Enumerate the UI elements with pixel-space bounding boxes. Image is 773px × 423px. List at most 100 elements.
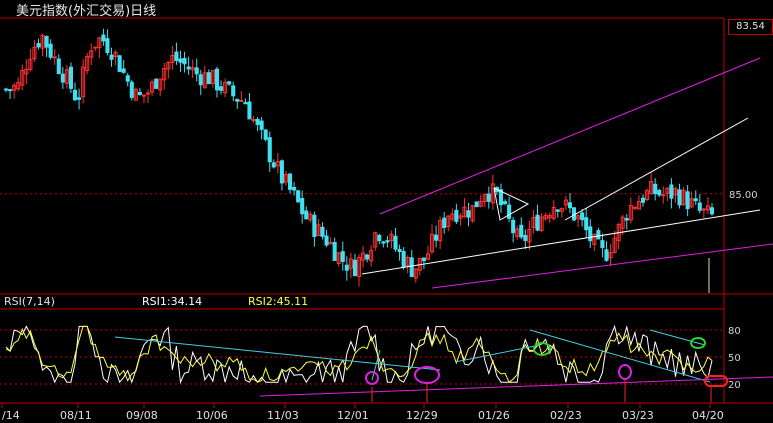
candle-body: [198, 74, 203, 86]
candle-body: [154, 78, 159, 89]
resistance-trendline: [564, 117, 749, 221]
candle-body: [231, 85, 236, 97]
candle-body: [182, 58, 187, 65]
candle-body: [137, 91, 142, 96]
rsi-tick-label: 50: [728, 353, 741, 364]
candle-body: [243, 102, 248, 105]
candle-body: [219, 86, 224, 91]
candle-body: [661, 194, 666, 197]
candle-body: [174, 51, 179, 61]
candle-body: [8, 89, 13, 92]
price-tick-label: 85.00: [729, 190, 758, 201]
x-tick-label: 08/11: [60, 409, 92, 422]
candle-body: [466, 210, 471, 218]
candle-body: [296, 190, 301, 203]
candle-body: [503, 201, 508, 205]
candle-body: [121, 68, 126, 73]
rsi-marker-circle-2: [414, 366, 440, 384]
candle-body: [588, 226, 593, 242]
candle-body: [381, 241, 386, 244]
candle-body: [178, 58, 183, 63]
candle-body: [677, 189, 682, 206]
candle-body: [657, 189, 662, 196]
candle-body: [214, 68, 220, 91]
candle-body: [352, 259, 357, 277]
x-tick-label: /14: [2, 409, 20, 422]
x-tick-label: 03/23: [622, 409, 654, 422]
rsi-downtrend-line-1: [114, 336, 441, 371]
rsi-tick-label: 80: [728, 326, 741, 337]
candle-body: [271, 162, 276, 168]
rsi-marker-circle-3: [618, 364, 632, 380]
candle-body: [247, 101, 252, 120]
candle-body: [117, 55, 122, 72]
support-trendline: [361, 209, 761, 275]
candle-body: [685, 191, 690, 210]
candle-body: [624, 218, 629, 221]
x-tick-label: 09/08: [126, 409, 158, 422]
rsi-support-line: [259, 376, 773, 397]
candle-body: [377, 234, 382, 242]
candle-body: [72, 89, 78, 101]
candle-body: [653, 183, 658, 195]
candle-body: [3, 88, 9, 91]
x-tick-label: 04/20: [692, 409, 724, 422]
candle-body: [584, 217, 589, 231]
candle-body: [669, 184, 674, 199]
channel-upper-line: [379, 57, 761, 215]
candle-body: [239, 100, 244, 103]
candle-body: [421, 257, 426, 262]
candle-body: [324, 235, 329, 246]
candle-body: [300, 198, 305, 215]
rsi-uptrend-line: [454, 344, 541, 363]
x-tick-label: 02/23: [550, 409, 582, 422]
candle-body: [145, 92, 151, 95]
candle-body: [604, 249, 609, 261]
candle-body: [141, 94, 147, 97]
candle-body: [385, 240, 390, 243]
candle-body: [401, 251, 406, 268]
candle-body: [697, 202, 702, 211]
candle-body: [263, 129, 268, 140]
chart-title: 美元指数(外汇交易)日线: [16, 4, 157, 19]
candle-body: [101, 34, 106, 42]
candle-body: [259, 120, 264, 130]
rsi2-value: RSI2:45.11: [248, 295, 309, 308]
candle-body: [52, 56, 57, 59]
candle-body: [44, 35, 49, 48]
candle-body: [186, 66, 191, 70]
x-tick-label: 01/26: [478, 409, 510, 422]
candle-body: [523, 234, 528, 242]
candle-body: [332, 242, 337, 261]
candle-body: [36, 43, 41, 48]
candle-body: [486, 193, 491, 202]
candle-body: [109, 54, 114, 60]
candle-body: [409, 257, 414, 277]
candle-body: [304, 210, 309, 220]
rsi2-line: [5, 325, 713, 383]
rsi1-value: RSI1:34.14: [142, 295, 203, 308]
candles: [3, 28, 715, 287]
candle-body: [640, 197, 646, 203]
candle-body: [442, 217, 447, 228]
x-tick-label: 12/01: [337, 409, 369, 422]
candle-body: [454, 209, 459, 222]
x-tick-label: 11/03: [267, 409, 299, 422]
candle-body: [344, 264, 349, 271]
candle-body: [129, 81, 134, 98]
candle-body: [279, 160, 284, 184]
rsi-marker-circle-1: [365, 371, 379, 385]
candle-body: [511, 219, 516, 234]
candle-body: [312, 214, 317, 237]
candle-body: [267, 137, 272, 163]
candle-body: [287, 173, 293, 190]
candle-body: [320, 226, 325, 237]
rsi-tick-label: 20: [728, 380, 741, 391]
candle-body: [292, 186, 297, 191]
candle-body: [519, 224, 524, 238]
candle-body: [60, 73, 65, 83]
candle-body: [567, 202, 573, 209]
candle-body: [56, 58, 61, 74]
candle-body: [235, 98, 240, 102]
candle-body: [206, 72, 211, 85]
